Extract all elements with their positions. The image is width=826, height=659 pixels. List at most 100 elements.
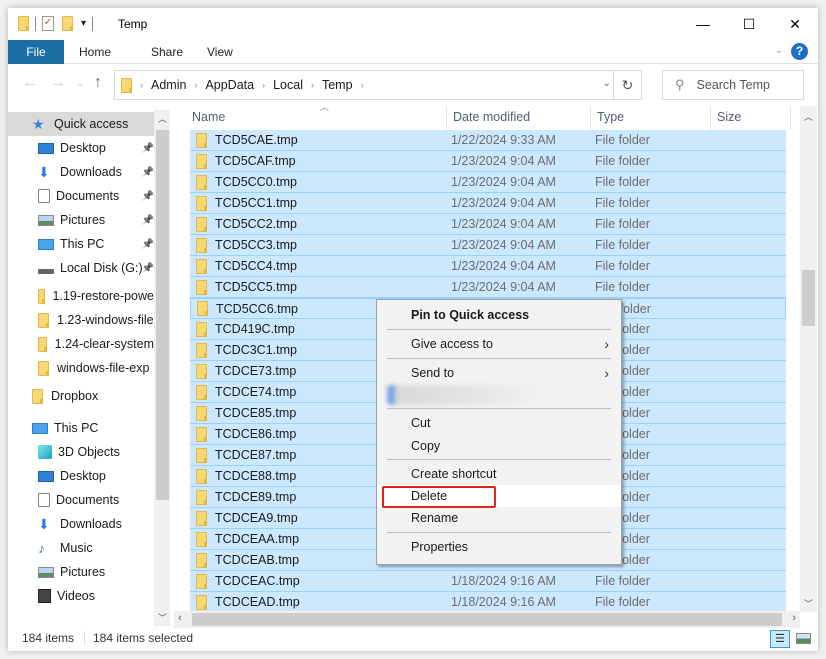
address-bar[interactable]: › Admin › AppData › Local › Temp › ⌄ ↻ (114, 70, 642, 100)
folder-icon (196, 363, 207, 379)
vertical-scroll-thumb[interactable] (802, 270, 815, 326)
tab-home[interactable]: Home (66, 40, 124, 64)
scroll-down-icon[interactable]: ﹀ (800, 597, 817, 610)
column-date-modified[interactable]: Date modified (453, 110, 530, 124)
sidebar-item-desktop[interactable]: Desktop 📌 (38, 136, 154, 160)
selected-count: 184 items selected (93, 631, 194, 645)
file-list-scrollbar[interactable]: ︿ ﹀ (800, 106, 817, 612)
up-button[interactable]: ↑ (94, 74, 102, 92)
pin-icon[interactable]: 📌 (142, 263, 154, 274)
breadcrumb-admin[interactable]: Admin (151, 78, 186, 92)
pin-icon[interactable]: 📌 (142, 215, 154, 226)
chevron-right-icon[interactable]: › (262, 80, 265, 90)
tab-file[interactable]: File (8, 40, 64, 64)
sidebar-item-this-pc[interactable]: This PC 📌 (38, 232, 154, 256)
chevron-down-icon[interactable]: ⌄ (603, 78, 611, 89)
maximize-button[interactable]: ☐ (726, 8, 772, 40)
file-row[interactable]: TCD5CC3.tmp 1/23/2024 9:04 AM File folder (190, 235, 786, 256)
scroll-down-icon[interactable]: ﹀ (154, 611, 170, 624)
refresh-button[interactable]: ↻ (613, 71, 641, 99)
column-name[interactable]: Name (192, 110, 225, 124)
pin-icon[interactable]: 📌 (142, 239, 154, 250)
scroll-left-icon[interactable]: ‹ (178, 612, 182, 624)
sidebar-item-pictures[interactable]: Pictures (38, 560, 154, 584)
sidebar-item-downloads[interactable]: ⬇ Downloads (38, 512, 154, 536)
pin-icon[interactable]: 📌 (142, 143, 154, 154)
tab-share[interactable]: Share (138, 40, 196, 64)
file-type: File folder (595, 574, 650, 588)
file-date: 1/22/2024 9:33 AM (451, 133, 556, 147)
sidebar-item-this-pc[interactable]: This PC (32, 416, 154, 440)
chevron-right-icon[interactable]: › (194, 80, 197, 90)
sidebar-item-dropbox[interactable]: Dropbox (32, 384, 154, 408)
sidebar-item-music[interactable]: ♪ Music (38, 536, 154, 560)
sidebar-item-1-23-windows-file[interactable]: 1.23-windows-file (38, 308, 154, 332)
file-row[interactable]: TCD5CAF.tmp 1/23/2024 9:04 AM File folder (190, 151, 786, 172)
sidebar-item-pictures[interactable]: Pictures 📌 (38, 208, 154, 232)
recent-locations-button[interactable]: ⌄ (76, 78, 84, 89)
chevron-right-icon[interactable]: › (311, 80, 314, 90)
scroll-up-icon[interactable]: ︿ (154, 112, 170, 125)
menu-item-cut[interactable]: Cut (377, 412, 621, 434)
breadcrumb-appdata[interactable]: AppData (205, 78, 254, 92)
new-folder-icon[interactable] (62, 16, 73, 31)
search-input[interactable]: ⚲ Search Temp (662, 70, 804, 100)
menu-item-create-shortcut[interactable]: Create shortcut (377, 463, 621, 485)
menu-item-properties[interactable]: Properties (377, 536, 621, 558)
forward-button[interactable]: → (50, 74, 66, 92)
menu-item-give-access-to[interactable]: Give access to › (377, 333, 621, 355)
column-size[interactable]: Size (717, 110, 741, 124)
sidebar-item-3d-objects[interactable]: 3D Objects (38, 440, 154, 464)
sidebar-item-documents[interactable]: Documents 📌 (38, 184, 154, 208)
sidebar-item-videos[interactable]: Videos (38, 584, 154, 608)
sidebar-item-1-19-restore-powe[interactable]: 1.19-restore-powe (38, 284, 154, 308)
minimize-button[interactable]: — (680, 8, 726, 40)
large-icons-view-button[interactable] (794, 630, 814, 648)
menu-item-pin-to-quick-access[interactable]: Pin to Quick access (377, 304, 621, 326)
chevron-right-icon[interactable]: › (361, 80, 364, 90)
sidebar-item-1-24-clear-system[interactable]: 1.24-clear-system (38, 332, 154, 356)
help-icon[interactable]: ? (791, 43, 808, 60)
sidebar-item-downloads[interactable]: ⬇ Downloads 📌 (38, 160, 154, 184)
file-row[interactable]: TCD5CC5.tmp 1/23/2024 9:04 AM File folder (190, 277, 786, 298)
file-row[interactable]: TCD5CC1.tmp 1/23/2024 9:04 AM File folder (190, 193, 786, 214)
file-name: TCDCEAD.tmp (215, 595, 300, 609)
sidebar-item-quick-access[interactable]: ★ Quick access (8, 112, 154, 136)
video-icon (38, 589, 51, 603)
properties-icon[interactable]: ✓ (42, 16, 54, 31)
tab-view[interactable]: View (194, 40, 246, 64)
menu-item-rename[interactable]: Rename (377, 507, 621, 529)
sidebar-scrollbar[interactable]: ︿ ﹀ (154, 110, 170, 626)
sidebar-item-windows-file-exp[interactable]: windows-file-exp (38, 356, 154, 380)
file-type: File folder (595, 133, 650, 147)
column-type[interactable]: Type (597, 110, 624, 124)
pin-icon[interactable]: 📌 (142, 167, 154, 178)
file-row[interactable]: TCD5CC2.tmp 1/23/2024 9:04 AM File folder (190, 214, 786, 235)
expand-ribbon-icon[interactable]: ⌄ (775, 45, 783, 56)
menu-item-send-to[interactable]: Send to › (377, 362, 621, 384)
file-row[interactable]: TCD5CC0.tmp 1/23/2024 9:04 AM File folder (190, 172, 786, 193)
folder-icon (196, 447, 207, 463)
breadcrumb-temp[interactable]: Temp (322, 78, 353, 92)
file-row[interactable]: TCD5CAE.tmp 1/22/2024 9:33 AM File folder (190, 130, 786, 151)
menu-item-copy[interactable]: Copy (377, 435, 621, 457)
breadcrumb-local[interactable]: Local (273, 78, 303, 92)
pin-icon[interactable]: 📌 (142, 191, 154, 202)
sidebar-item-desktop[interactable]: Desktop (38, 464, 154, 488)
pictures-icon (38, 214, 54, 226)
file-row[interactable]: TCDCEAD.tmp 1/18/2024 9:16 AM File folder (190, 592, 786, 612)
horizontal-scrollbar[interactable]: ‹ › (174, 611, 800, 628)
customize-toolbar-icon[interactable]: ▾ (81, 18, 86, 29)
back-button[interactable]: ← (22, 74, 38, 92)
computer-icon (32, 422, 48, 434)
scroll-right-icon[interactable]: › (792, 612, 796, 624)
close-button[interactable]: ✕ (772, 8, 818, 40)
details-view-button[interactable]: ☰ (770, 630, 790, 648)
file-row[interactable]: TCD5CC4.tmp 1/23/2024 9:04 AM File folder (190, 256, 786, 277)
scroll-up-icon[interactable]: ︿ (800, 110, 817, 123)
sidebar-item-local-disk-g[interactable]: Local Disk (G:) 📌 (38, 256, 154, 280)
file-row[interactable]: TCDCEAC.tmp 1/18/2024 9:16 AM File folder (190, 571, 786, 592)
horizontal-scroll-thumb[interactable] (192, 613, 782, 626)
sidebar-scroll-thumb[interactable] (156, 130, 169, 500)
sidebar-item-documents[interactable]: Documents (38, 488, 154, 512)
